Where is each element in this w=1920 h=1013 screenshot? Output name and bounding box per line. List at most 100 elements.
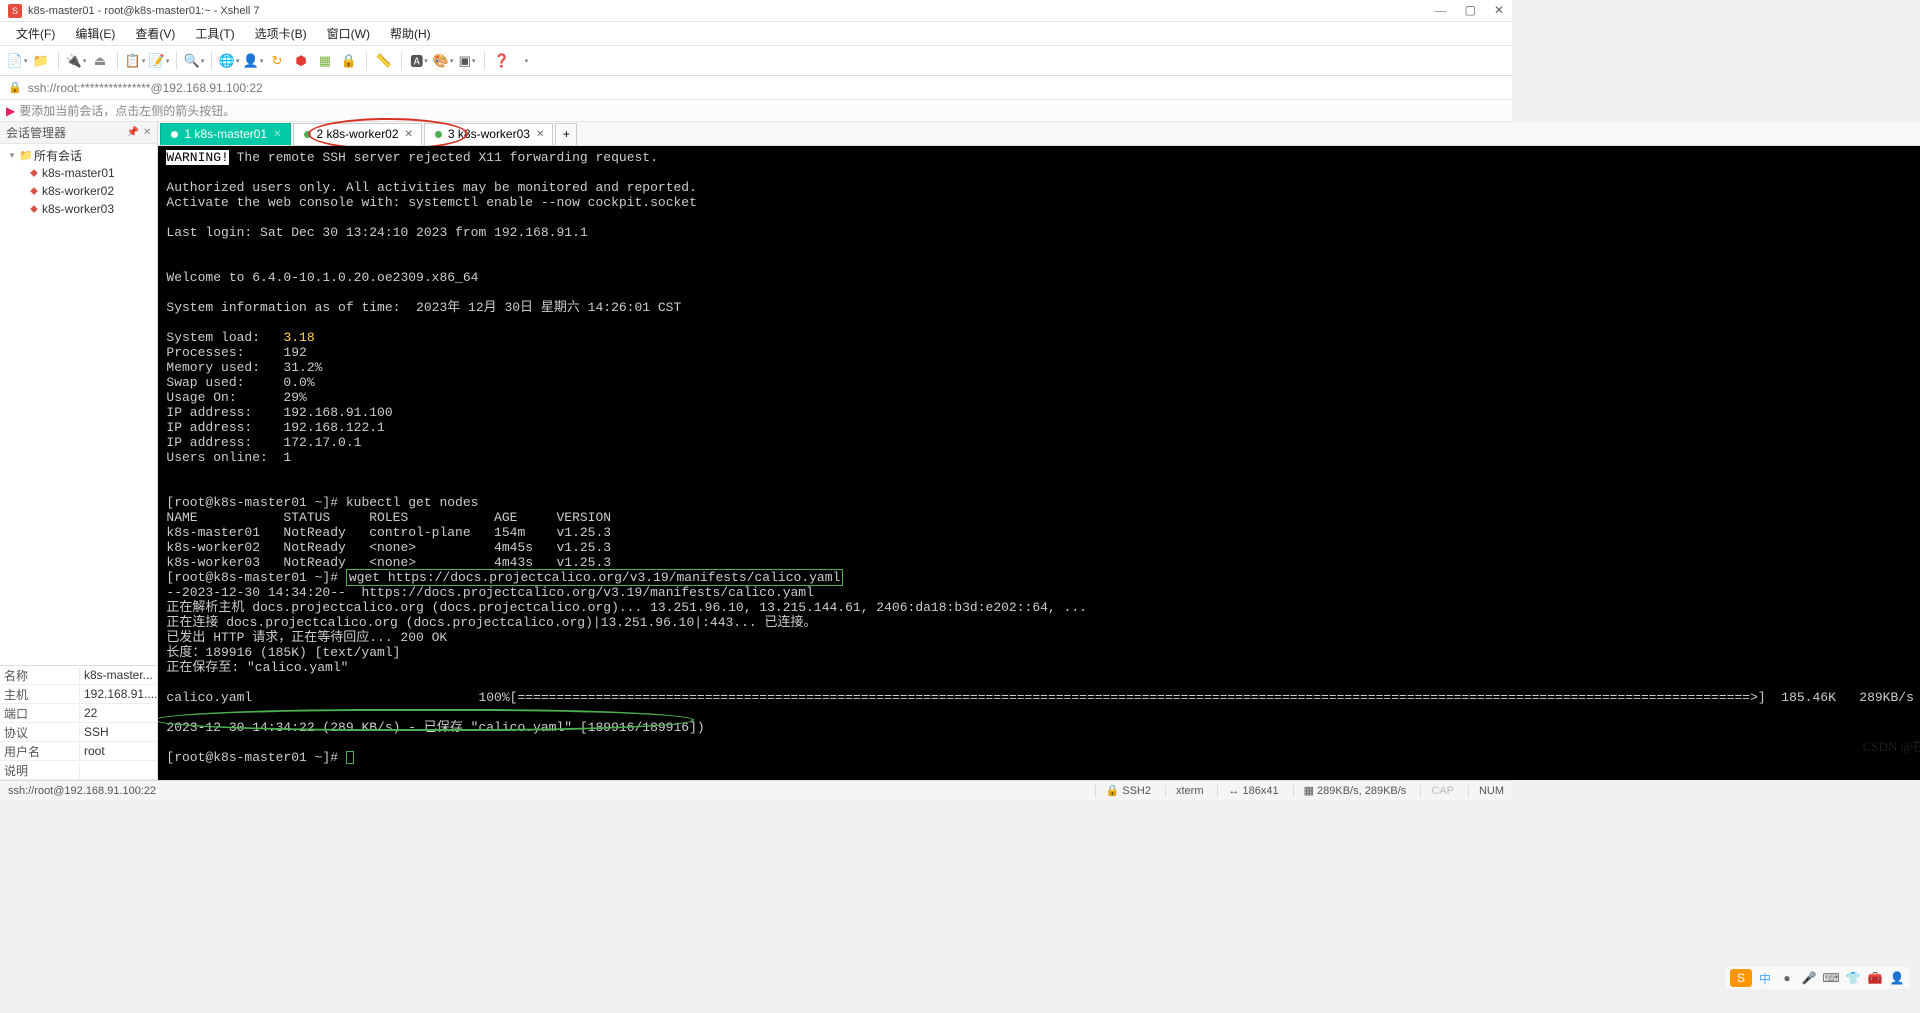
new-session-button[interactable]: 📄 bbox=[6, 50, 28, 72]
ime-user-icon[interactable]: 👤 bbox=[1888, 969, 1906, 987]
terminal[interactable]: WARNING! The remote SSH server rejected … bbox=[158, 146, 1920, 780]
tab-close-icon[interactable]: ✕ bbox=[273, 129, 281, 140]
tab-label: 2 k8s-worker02 bbox=[317, 127, 399, 141]
term-stat: IP address: 192.168.122.1 bbox=[166, 420, 384, 435]
tab-worker03[interactable]: 3 k8s-worker03 ✕ bbox=[424, 123, 553, 145]
session-item-worker03[interactable]: ⬥ k8s-worker03 bbox=[0, 200, 157, 218]
term-line: Authorized users only. All activities ma… bbox=[166, 180, 697, 195]
refresh-button[interactable]: ↻ bbox=[266, 50, 288, 72]
term-line: Welcome to 6.4.0-10.1.0.20.oe2309.x86_64 bbox=[166, 270, 478, 285]
menu-file[interactable]: 文件(F) bbox=[8, 23, 63, 44]
pin-icon[interactable]: 📌 bbox=[127, 127, 139, 138]
term-done-line: 2023-12-30 14:34:22 (289 KB/s) - 已保存 "ca… bbox=[166, 720, 704, 735]
paste-button[interactable]: 📝 bbox=[148, 50, 170, 72]
menu-window[interactable]: 窗口(W) bbox=[319, 23, 378, 44]
maximize-button[interactable]: ▢ bbox=[1465, 3, 1476, 18]
folder-icon: 📁 bbox=[18, 149, 34, 162]
menu-tools[interactable]: 工具(T) bbox=[187, 23, 242, 44]
session-item-master01[interactable]: ⬥ k8s-master01 bbox=[0, 164, 157, 182]
panel-close-icon[interactable]: ✕ bbox=[143, 127, 151, 138]
term-line: Activate the web console with: systemctl… bbox=[166, 195, 697, 210]
tab-worker02[interactable]: 2 k8s-worker02 ✕ bbox=[293, 123, 422, 145]
layout-button[interactable]: ▣ bbox=[456, 50, 478, 72]
expand-icon[interactable]: ▾ bbox=[6, 150, 18, 161]
reconnect-button[interactable]: 🔌 bbox=[65, 50, 87, 72]
color-button[interactable]: 🎨 bbox=[432, 50, 454, 72]
menu-edit[interactable]: 编辑(E) bbox=[67, 23, 123, 44]
tab-close-icon[interactable]: ✕ bbox=[405, 129, 413, 140]
record-button[interactable]: ⬢ bbox=[290, 50, 312, 72]
session-label: k8s-worker03 bbox=[42, 202, 114, 216]
address-text[interactable]: ssh://root:***************@192.168.91.10… bbox=[28, 81, 263, 95]
session-panel-header: 会话管理器 📌 ✕ bbox=[0, 122, 157, 144]
status-dot-icon bbox=[171, 131, 178, 138]
font-button[interactable]: 🅰 bbox=[408, 50, 430, 72]
toolbar: 📄 📁 🔌 ⏏ 📋 📝 🔍 🌐 👤 ↻ ⬢ ▦ 🔒 📏 🅰 🎨 ▣ ❓ bbox=[0, 46, 1512, 76]
term-progress: calico.yaml 100%[=======================… bbox=[166, 690, 1920, 705]
status-bar: ssh://root@192.168.91.100:22 🔒SSH2 xterm… bbox=[0, 780, 1512, 800]
ime-keyboard-icon[interactable]: ⌨ bbox=[1822, 969, 1840, 987]
warning-text: The remote SSH server rejected X11 forwa… bbox=[229, 150, 658, 165]
copy-button[interactable]: 📋 bbox=[124, 50, 146, 72]
tab-add-button[interactable]: + bbox=[555, 123, 577, 145]
warning-tag: WARNING! bbox=[166, 150, 228, 165]
tab-label: 1 k8s-master01 bbox=[184, 127, 267, 141]
app-icon: S bbox=[8, 4, 22, 18]
session-panel-title: 会话管理器 bbox=[6, 124, 66, 141]
tab-master01[interactable]: 1 k8s-master01 ✕ bbox=[160, 123, 290, 145]
find-button[interactable]: 🔍 bbox=[183, 50, 205, 72]
ime-skin-icon[interactable]: 👕 bbox=[1844, 969, 1862, 987]
status-dot-icon bbox=[435, 131, 442, 138]
menu-tabs[interactable]: 选项卡(B) bbox=[247, 23, 315, 44]
ime-toolbox-icon[interactable]: 🧰 bbox=[1866, 969, 1884, 987]
flag-icon: ▶ bbox=[6, 104, 15, 118]
term-stat: IP address: 192.168.91.100 bbox=[166, 405, 392, 420]
tree-root[interactable]: ▾ 📁 所有会话 bbox=[0, 146, 157, 164]
menu-help[interactable]: 帮助(H) bbox=[382, 23, 439, 44]
open-folder-button[interactable]: 📁 bbox=[30, 50, 52, 72]
session-label: k8s-master01 bbox=[42, 166, 115, 180]
lock-icon: 🔒 bbox=[8, 81, 22, 94]
ime-lang-icon[interactable]: 中 bbox=[1756, 969, 1774, 987]
ime-logo-icon[interactable]: S bbox=[1730, 969, 1752, 987]
session-item-worker02[interactable]: ⬥ k8s-worker02 bbox=[0, 182, 157, 200]
term-stat: Users online: 1 bbox=[166, 450, 291, 465]
close-button[interactable]: ✕ bbox=[1494, 3, 1504, 18]
minimize-button[interactable]: — bbox=[1435, 3, 1447, 18]
profile-button[interactable]: 👤 bbox=[242, 50, 264, 72]
term-line: 长度：189916 (185K) [text/yaml] bbox=[166, 645, 400, 660]
prop-host-label: 主机 bbox=[0, 686, 80, 703]
status-dot-icon bbox=[304, 131, 311, 138]
ime-mic-icon[interactable]: 🎤 bbox=[1800, 969, 1818, 987]
globe-button[interactable]: 🌐 bbox=[218, 50, 240, 72]
play-button[interactable]: ▦ bbox=[314, 50, 336, 72]
properties-panel: 名称k8s-master... 主机192.168.91.... 端口22 协议… bbox=[0, 665, 157, 780]
term-load-value: 3.18 bbox=[283, 330, 314, 345]
session-icon: ⬥ bbox=[26, 203, 42, 216]
term-line: 正在连接 docs.projectcalico.org (docs.projec… bbox=[166, 615, 816, 630]
term-prompt: [root@k8s-master01 ~]# bbox=[166, 570, 345, 585]
status-cap: CAP bbox=[1420, 785, 1454, 797]
title-bar: S k8s-master01 - root@k8s-master01:~ - X… bbox=[0, 0, 1512, 22]
tab-close-icon[interactable]: ✕ bbox=[536, 129, 544, 140]
prop-desc-label: 说明 bbox=[0, 762, 80, 779]
status-speed: ▦ 289KB/s, 289KB/s bbox=[1293, 784, 1407, 797]
lock-button[interactable]: 🔒 bbox=[338, 50, 360, 72]
term-stat: Usage On: 29% bbox=[166, 390, 306, 405]
ime-punct-icon[interactable]: ● bbox=[1778, 969, 1796, 987]
more-button[interactable] bbox=[515, 50, 537, 72]
watermark-text: CSDN @在奋斗的大道 bbox=[1863, 739, 1920, 754]
disconnect-button[interactable]: ⏏ bbox=[89, 50, 111, 72]
prop-user-label: 用户名 bbox=[0, 743, 80, 760]
ruler-button[interactable]: 📏 bbox=[373, 50, 395, 72]
tree-root-label: 所有会话 bbox=[34, 147, 82, 164]
status-num: NUM bbox=[1468, 785, 1504, 797]
prop-port-label: 端口 bbox=[0, 705, 80, 722]
term-prompt-line: [root@k8s-master01 ~]# kubectl get nodes bbox=[166, 495, 478, 510]
status-size: ↔186x41 bbox=[1217, 785, 1278, 797]
address-bar: 🔒 ssh://root:***************@192.168.91.… bbox=[0, 76, 1512, 100]
help-button[interactable]: ❓ bbox=[491, 50, 513, 72]
term-line: 正在解析主机 docs.projectcalico.org (docs.proj… bbox=[166, 600, 1087, 615]
status-connection: ssh://root@192.168.91.100:22 bbox=[8, 785, 156, 797]
menu-view[interactable]: 查看(V) bbox=[127, 23, 183, 44]
